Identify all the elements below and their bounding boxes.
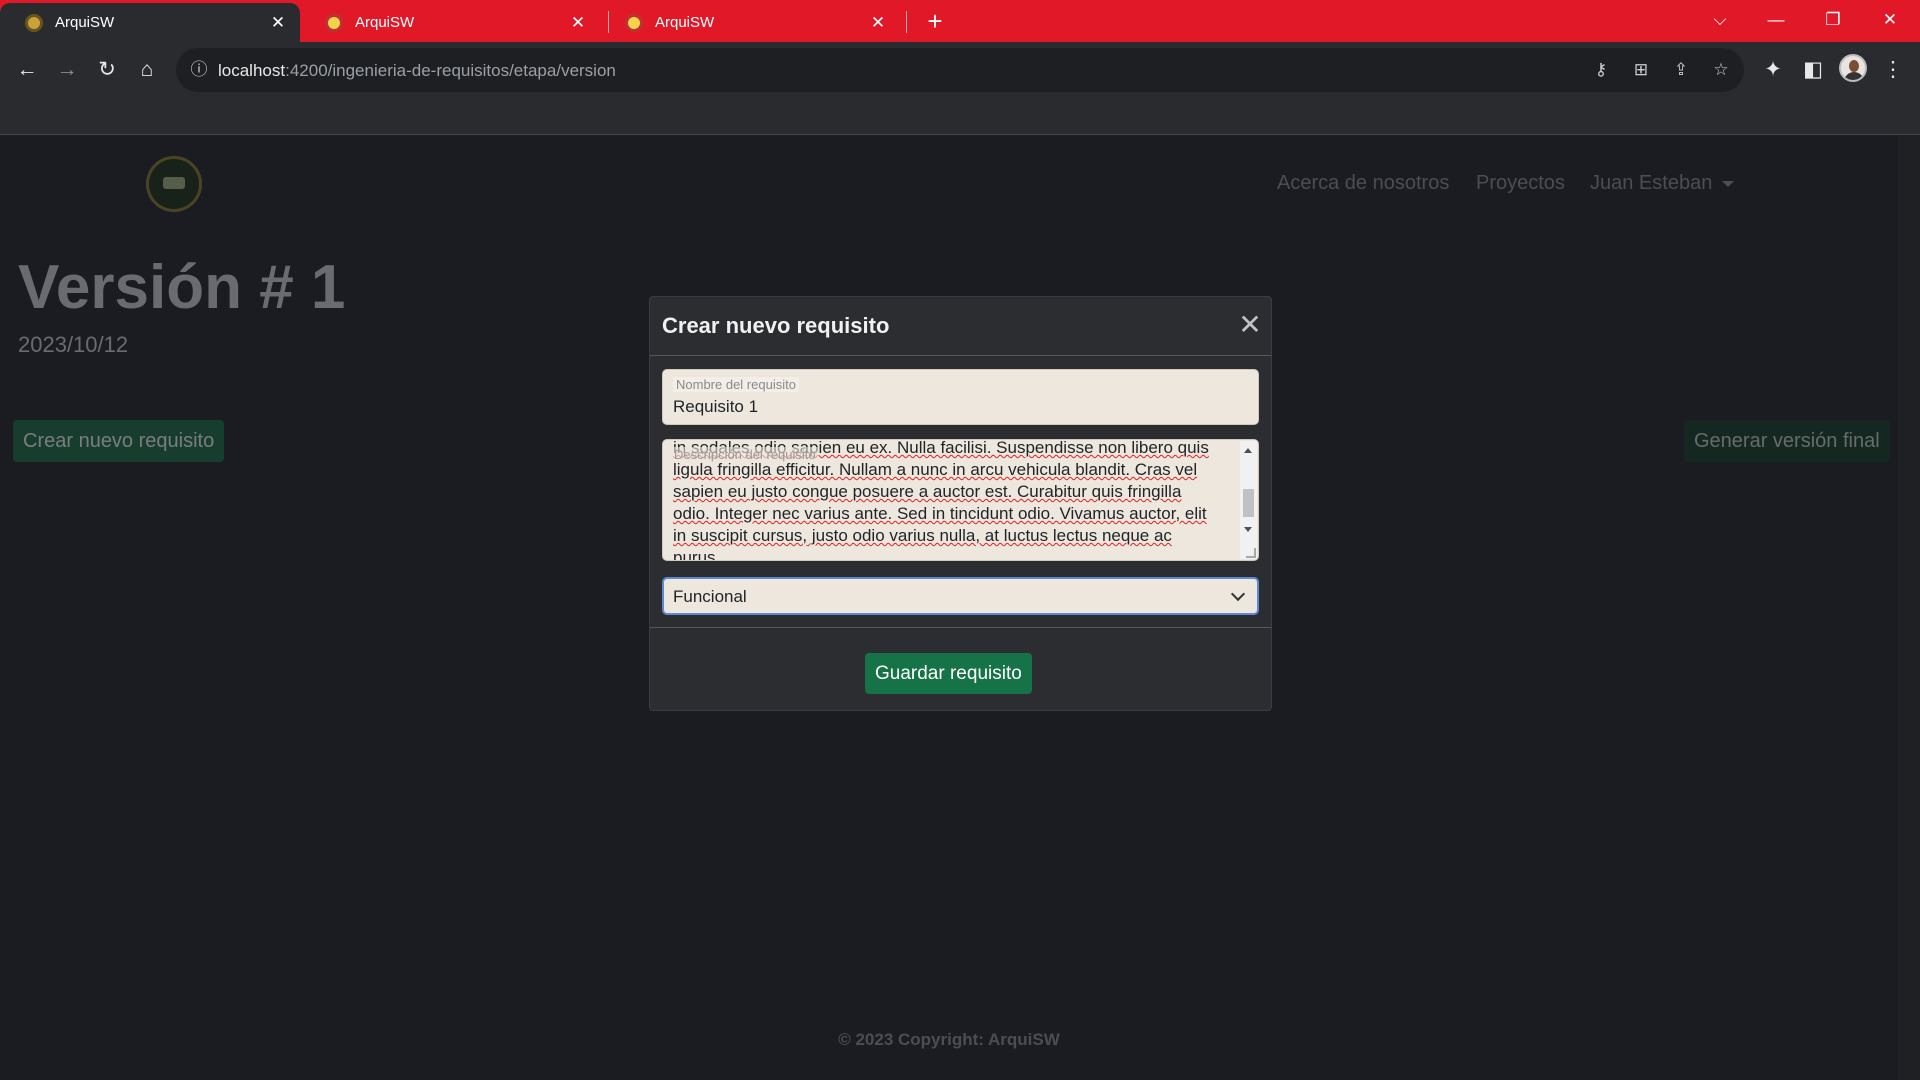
generate-final-version-button[interactable]: Generar versión final <box>1684 420 1890 462</box>
minimize-icon[interactable]: — <box>1758 6 1794 34</box>
key-icon[interactable]: ⚷ <box>1588 57 1614 83</box>
tab-title: ArquiSW <box>355 14 415 31</box>
extensions-icon[interactable]: ✦ <box>1758 55 1788 85</box>
browser-toolbar: ← → ↻ ⌂ ⓘ localhost:4200/ingenieria-de-r… <box>0 42 1920 98</box>
modal-title: Crear nuevo requisito <box>662 313 890 338</box>
requirement-description-label: Descripción del requisito <box>671 447 819 462</box>
user-name: Juan Esteban <box>1590 172 1713 194</box>
reload-icon[interactable]: ↻ <box>92 55 122 85</box>
requirement-type-value: Funcional <box>673 587 747 606</box>
nav-link-projects[interactable]: Proyectos <box>1476 172 1565 195</box>
footer: © 2023 Copyright: ArquiSW <box>0 1002 1898 1080</box>
scroll-down-arrow-icon[interactable] <box>1244 527 1252 532</box>
requirement-name-value: Requisito 1 <box>673 397 759 416</box>
tab-close-icon[interactable]: ✕ <box>868 13 888 33</box>
browser-tab-2[interactable]: ArquiSW ✕ <box>300 3 600 42</box>
arquisw-logo[interactable] <box>146 156 202 212</box>
home-icon[interactable]: ⌂ <box>132 55 162 85</box>
requirement-name-field[interactable]: Nombre del requisito Requisito 1 <box>662 369 1259 425</box>
create-requirement-modal: Crear nuevo requisito ✕ Nombre del requi… <box>649 296 1272 711</box>
tab-close-icon[interactable]: ✕ <box>568 13 588 33</box>
new-tab-button[interactable]: + <box>922 6 948 36</box>
tab-close-icon[interactable]: ✕ <box>268 13 288 33</box>
browser-tab-1[interactable]: ArquiSW ✕ <box>0 3 300 42</box>
browser-tab-3[interactable]: ArquiSW ✕ <box>600 3 900 42</box>
translate-icon[interactable]: ⊞ <box>1628 57 1654 83</box>
side-panel-icon[interactable]: ◧ <box>1798 55 1828 85</box>
create-requirement-button[interactable]: Crear nuevo requisito <box>13 420 225 462</box>
caret-down-icon <box>1722 180 1735 187</box>
version-date: 2023/10/12 <box>18 332 129 357</box>
nav-link-about[interactable]: Acerca de nosotros <box>1277 172 1449 195</box>
forward-arrow-icon[interactable]: → <box>52 55 82 85</box>
bookmarks-bar <box>0 98 1920 135</box>
scrollbar-thumb[interactable] <box>1243 489 1254 517</box>
modal-header: Crear nuevo requisito ✕ <box>650 297 1271 356</box>
tab-separator <box>906 11 907 33</box>
requirement-type-select[interactable]: Funcional <box>662 577 1259 615</box>
tab-title: ArquiSW <box>655 14 715 31</box>
footer-copyright: © 2023 Copyright: ArquiSW <box>838 1030 1060 1049</box>
arquisw-favicon-icon <box>325 13 343 32</box>
page-scrollbar[interactable] <box>1898 136 1920 1080</box>
close-window-icon[interactable]: ✕ <box>1872 6 1908 34</box>
share-icon[interactable]: ⇪ <box>1668 57 1694 83</box>
site-info-icon[interactable]: ⓘ <box>188 59 210 81</box>
resize-grip-icon[interactable] <box>1246 548 1256 558</box>
requirement-name-label: Nombre del requisito <box>673 377 799 392</box>
profile-avatar[interactable] <box>1839 54 1867 82</box>
more-menu-icon[interactable]: ⋮ <box>1878 55 1908 85</box>
tab-title: ArquiSW <box>55 14 115 31</box>
arquisw-favicon-icon <box>25 13 43 32</box>
browser-tab-strip: ArquiSW ✕ ArquiSW ✕ ArquiSW ✕ + ⌵ — ❐ ✕ <box>0 0 1920 42</box>
arquisw-favicon-icon <box>625 13 643 32</box>
requirement-description-textarea[interactable]: in sodales odio sapien eu ex. Nulla faci… <box>662 439 1259 561</box>
back-arrow-icon[interactable]: ← <box>12 55 42 85</box>
save-requirement-button[interactable]: Guardar requisito <box>865 653 1032 694</box>
address-bar[interactable]: ⓘ localhost:4200/ingenieria-de-requisito… <box>176 48 1744 92</box>
scroll-up-arrow-icon[interactable] <box>1244 448 1252 453</box>
page-content: Acerca de nosotros Proyectos Juan Esteba… <box>0 136 1898 1080</box>
restore-icon[interactable]: ❐ <box>1815 6 1851 34</box>
page-title: Versión # 1 <box>18 253 346 322</box>
textarea-scrollbar[interactable] <box>1240 441 1257 559</box>
user-dropdown[interactable]: Juan Esteban <box>1590 172 1735 195</box>
chevron-down-icon <box>1230 586 1246 602</box>
tab-search-chevron-icon[interactable]: ⌵ <box>1702 6 1738 34</box>
url-text: localhost:4200/ingenieria-de-requisitos/… <box>218 61 616 80</box>
modal-footer: Guardar requisito <box>650 627 1271 711</box>
bookmark-star-icon[interactable]: ☆ <box>1708 57 1734 83</box>
close-icon[interactable]: ✕ <box>1236 311 1264 339</box>
